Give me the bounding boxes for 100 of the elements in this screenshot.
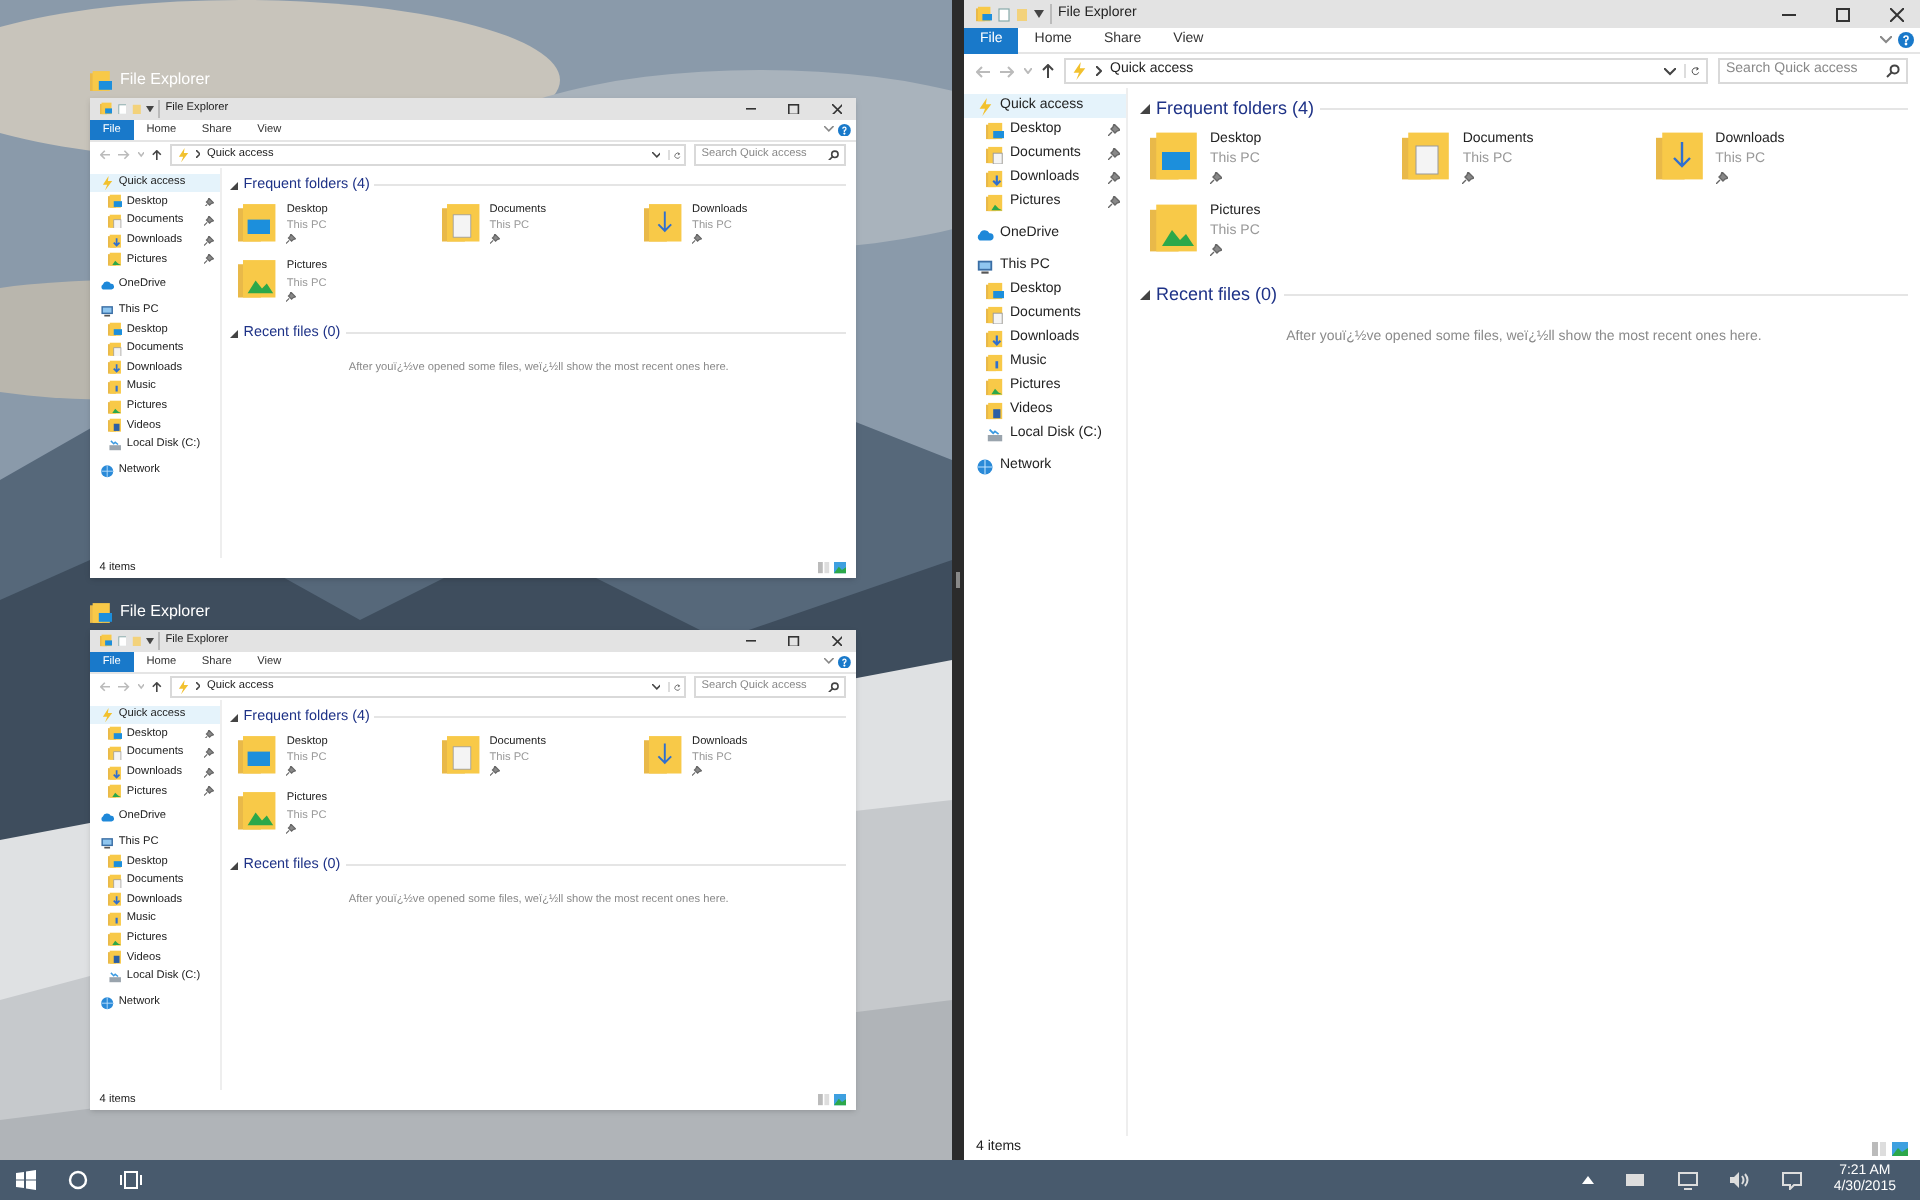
section-header[interactable]: Frequent folders (4) <box>243 706 370 729</box>
cloud-icon <box>99 277 114 293</box>
folder-icon <box>107 322 122 337</box>
chevron-right-icon <box>1096 66 1102 76</box>
chevron-down-icon <box>824 126 835 133</box>
maximize-icon <box>1835 7 1849 21</box>
folder-icon <box>107 194 122 210</box>
section-header[interactable]: Frequent folders (4) <box>1156 96 1315 123</box>
caret-icon <box>137 152 145 158</box>
caret-icon <box>1034 10 1044 18</box>
maximize-icon <box>788 103 800 115</box>
collapse-arrow-icon[interactable] <box>230 329 239 338</box>
pin-icon <box>1108 196 1120 208</box>
lightning-icon <box>976 97 994 115</box>
disk-drive-icon <box>107 437 122 453</box>
lightning-icon <box>99 707 114 722</box>
folder-icon <box>107 341 122 357</box>
up-arrow-icon <box>152 681 162 693</box>
section-header[interactable]: Frequent folders (4) <box>243 174 370 197</box>
search-icon[interactable] <box>68 1170 88 1190</box>
section-header[interactable]: Recent files (0) <box>243 322 341 345</box>
refresh-icon <box>1684 64 1702 78</box>
folder-icon <box>107 399 122 414</box>
properties-icon <box>117 635 127 647</box>
pin-icon <box>1108 172 1120 184</box>
folder-icon <box>1150 201 1202 253</box>
caret-icon <box>145 106 154 113</box>
folder-icon <box>238 258 281 301</box>
notifications-icon[interactable] <box>1781 1171 1802 1189</box>
folder-icon <box>441 201 484 243</box>
large-icons-view-icon[interactable] <box>1892 1141 1908 1155</box>
network-icon[interactable] <box>1677 1171 1698 1189</box>
pin-icon <box>489 234 499 245</box>
back-arrow-icon <box>99 149 111 160</box>
folder-icon <box>986 401 1004 419</box>
lightning-icon <box>175 679 190 694</box>
collapse-arrow-icon[interactable] <box>1140 104 1150 115</box>
window-thumbnail[interactable] <box>90 98 856 578</box>
pin-icon <box>204 216 215 226</box>
up-arrow-icon <box>152 149 162 161</box>
network-icon <box>99 463 114 478</box>
window-thumbnail[interactable] <box>90 630 856 1110</box>
collapse-arrow-icon[interactable] <box>1140 289 1150 300</box>
task-view-icon[interactable] <box>120 1170 142 1190</box>
pin-icon <box>1108 124 1120 136</box>
folder-icon <box>107 252 122 267</box>
windows-logo-icon[interactable] <box>16 1170 36 1190</box>
folder-icon <box>107 931 122 946</box>
help-icon <box>838 123 852 137</box>
caret-icon <box>1024 68 1032 74</box>
large-icons-view-icon[interactable] <box>834 562 847 574</box>
folder-icon <box>99 634 113 648</box>
dropdown-caret-icon <box>651 683 661 690</box>
folder-icon <box>238 733 281 775</box>
cloud-icon <box>99 809 114 825</box>
battery-icon[interactable] <box>1625 1174 1646 1186</box>
disk-drive-icon <box>986 425 1004 443</box>
folder-icon <box>986 145 1004 163</box>
collapse-arrow-icon[interactable] <box>230 861 239 870</box>
section-header[interactable]: Recent files (0) <box>1156 281 1278 308</box>
collapse-arrow-icon[interactable] <box>230 713 239 722</box>
cloud-icon <box>976 225 994 243</box>
pin-icon <box>286 292 297 302</box>
properties-icon <box>998 7 1010 21</box>
pin-icon <box>204 786 215 797</box>
pin-icon <box>286 824 297 834</box>
window-caption: File Explorer <box>120 600 210 624</box>
search-icon <box>828 149 840 161</box>
search-icon <box>1886 64 1900 78</box>
close-icon <box>831 103 843 115</box>
new-folder-icon <box>131 635 142 647</box>
folder-icon <box>107 784 122 799</box>
help-icon <box>1898 32 1914 48</box>
pin-icon <box>286 234 297 245</box>
folder-icon <box>986 281 1004 299</box>
refresh-icon <box>667 681 682 693</box>
back-arrow-icon <box>99 681 111 692</box>
lightning-icon <box>1070 62 1088 80</box>
large-icons-view-icon[interactable] <box>834 1094 847 1106</box>
window-caption: File Explorer <box>120 68 210 92</box>
maximize-icon <box>788 635 800 647</box>
folder-icon <box>441 733 484 775</box>
chevron-up-icon[interactable] <box>1581 1176 1594 1184</box>
pin-icon <box>1210 243 1222 255</box>
chevron-right-icon <box>195 150 201 159</box>
properties-icon <box>117 103 127 115</box>
folder-icon <box>107 950 122 965</box>
pin-icon <box>1210 171 1222 183</box>
new-folder-icon <box>131 103 142 115</box>
computer-icon <box>976 257 994 275</box>
minimize-icon <box>745 108 757 110</box>
folder-icon <box>238 201 281 243</box>
folder-icon <box>644 733 686 775</box>
collapse-arrow-icon[interactable] <box>230 181 239 190</box>
folder-icon <box>107 418 122 433</box>
pin-icon <box>1715 171 1728 183</box>
chevron-down-icon <box>824 658 835 665</box>
folder-icon <box>1402 129 1455 181</box>
section-header[interactable]: Recent files (0) <box>243 854 341 877</box>
volume-icon[interactable] <box>1729 1172 1750 1188</box>
